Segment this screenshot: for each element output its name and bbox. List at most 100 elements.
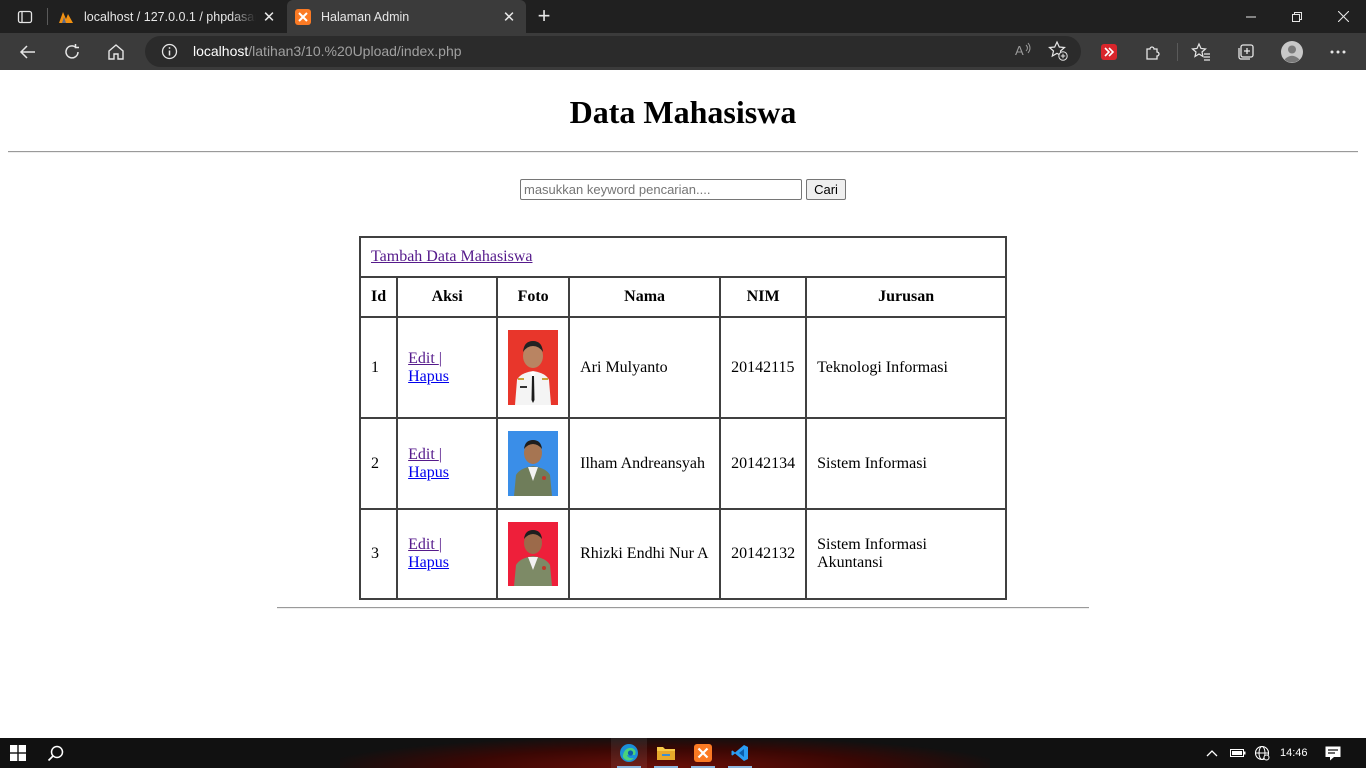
folder-icon [657, 747, 675, 760]
notifications-button[interactable] [1325, 738, 1341, 768]
cell-id: 2 [360, 418, 398, 509]
profile-button[interactable] [1276, 36, 1308, 68]
cell-foto [497, 418, 570, 509]
cell-nama: Rhizki Endhi Nur A [569, 509, 721, 599]
cell-jurusan: Teknologi Informasi [806, 317, 1007, 418]
network-indicator[interactable] [1254, 738, 1270, 768]
restore-icon [1292, 11, 1302, 22]
table-row: 1 Edit | Hapus Ari Mulyanto 20142115 Tek… [360, 317, 1007, 418]
cell-nama: Ari Mulyanto [569, 317, 721, 418]
cell-aksi: Edit | Hapus [397, 509, 498, 599]
vscode-icon [731, 745, 748, 761]
minimize-button[interactable] [1228, 0, 1274, 33]
page-title: Data Mahasiswa [569, 94, 797, 130]
refresh-button[interactable] [56, 36, 88, 68]
tab-title: Halaman Admin [321, 9, 410, 24]
tab-phpmyadmin[interactable]: localhost / 127.0.0.1 / phpdasar / m ✕ [50, 0, 286, 33]
tray-chevron[interactable] [1206, 738, 1218, 768]
extension-red-button[interactable] [1093, 36, 1125, 68]
edit-link[interactable]: Edit [408, 446, 439, 463]
xampp-icon [295, 8, 311, 25]
table-header-row: Id Aksi Foto Nama NIM Jurusan [360, 277, 1007, 317]
search-button[interactable] [37, 738, 73, 768]
phpmyadmin-icon [59, 11, 73, 23]
cell-id: 1 [360, 317, 398, 418]
toolbar-divider [1177, 43, 1178, 61]
address-bar[interactable]: localhost/latihan3/10.%20Upload/index.ph… [145, 36, 1081, 67]
cell-nim: 20142134 [720, 418, 807, 509]
clock[interactable]: 14:46 [1280, 738, 1308, 768]
horizontal-rule [8, 151, 1358, 153]
restore-button[interactable] [1274, 0, 1320, 33]
close-window-button[interactable] [1320, 0, 1366, 33]
cell-foto [497, 317, 570, 418]
favorites-button[interactable] [1185, 36, 1217, 68]
extension-red-icon [1101, 44, 1117, 60]
start-button[interactable] [0, 738, 36, 768]
home-button[interactable] [100, 36, 132, 68]
avatar-icon [1281, 41, 1303, 63]
cell-foto [497, 509, 570, 599]
cell-id: 3 [360, 509, 398, 599]
delete-link[interactable]: Hapus [408, 554, 449, 571]
header-foto: Foto [497, 277, 570, 317]
close-tab-icon[interactable]: ✕ [256, 4, 282, 30]
site-info-icon[interactable] [161, 43, 178, 60]
collections-icon [1238, 44, 1254, 60]
windows-taskbar: 14:46 [0, 738, 1366, 768]
browser-toolbar: localhost/latihan3/10.%20Upload/index.ph… [0, 33, 1366, 70]
chevron-up-icon [1206, 750, 1218, 757]
taskbar-file-explorer[interactable] [648, 738, 684, 768]
search-input[interactable] [520, 179, 802, 200]
add-favorite-icon[interactable] [1047, 40, 1069, 62]
svg-text:A: A [1015, 43, 1024, 58]
taskbar-xampp[interactable] [685, 738, 721, 768]
url-text[interactable]: localhost/latihan3/10.%20Upload/index.ph… [193, 43, 462, 59]
cell-aksi: Edit | Hapus [397, 317, 498, 418]
search-icon [47, 745, 63, 761]
edit-link[interactable]: Edit [408, 536, 439, 553]
cell-jurusan: Sistem Informasi Akuntansi [806, 509, 1007, 599]
settings-more-button[interactable] [1322, 36, 1354, 68]
favorites-icon [1191, 42, 1210, 61]
add-student-link[interactable]: Tambah Data Mahasiswa [371, 248, 533, 265]
read-aloud-icon[interactable]: A [1013, 40, 1033, 60]
extensions-button[interactable] [1137, 36, 1169, 68]
taskbar-edge[interactable] [611, 738, 647, 768]
cell-nim: 20142115 [720, 317, 807, 418]
battery-indicator[interactable] [1230, 738, 1246, 768]
cell-nim: 20142132 [720, 509, 807, 599]
more-icon [1330, 50, 1346, 54]
url-host: localhost [193, 43, 249, 59]
close-tab-icon[interactable]: ✕ [496, 4, 522, 30]
delete-link[interactable]: Hapus [408, 368, 449, 385]
header-nim: NIM [720, 277, 807, 317]
taskbar-vscode[interactable] [722, 738, 758, 768]
tab-title: localhost / 127.0.0.1 / phpdasar / m [84, 9, 256, 24]
globe-icon [1254, 745, 1270, 761]
student-photo [508, 522, 559, 586]
close-icon [1337, 11, 1349, 22]
back-arrow-icon [19, 45, 35, 59]
tab-actions-button[interactable] [8, 0, 42, 33]
notification-icon [1325, 746, 1341, 760]
link-separator: | [438, 445, 442, 463]
link-separator: | [438, 349, 442, 367]
edit-link[interactable]: Edit [408, 350, 439, 367]
search-button[interactable]: Cari [806, 179, 846, 200]
tab-actions-icon [17, 10, 33, 23]
new-tab-button[interactable]: + [530, 2, 558, 30]
battery-icon [1230, 749, 1246, 757]
back-button[interactable] [12, 36, 44, 68]
url-path: /latihan3/10.%20Upload/index.php [248, 43, 462, 59]
page-viewport: Data Mahasiswa Cari Tambah Data Mahasisw… [0, 70, 1366, 738]
horizontal-rule [277, 607, 1089, 609]
tab-halaman-admin[interactable]: Halaman Admin ✕ [287, 0, 526, 33]
home-icon [108, 44, 124, 60]
refresh-icon [65, 44, 79, 59]
delete-link[interactable]: Hapus [408, 464, 449, 481]
puzzle-icon [1146, 46, 1160, 60]
collections-button[interactable] [1230, 36, 1262, 68]
header-id: Id [360, 277, 398, 317]
tab-divider [47, 8, 48, 25]
